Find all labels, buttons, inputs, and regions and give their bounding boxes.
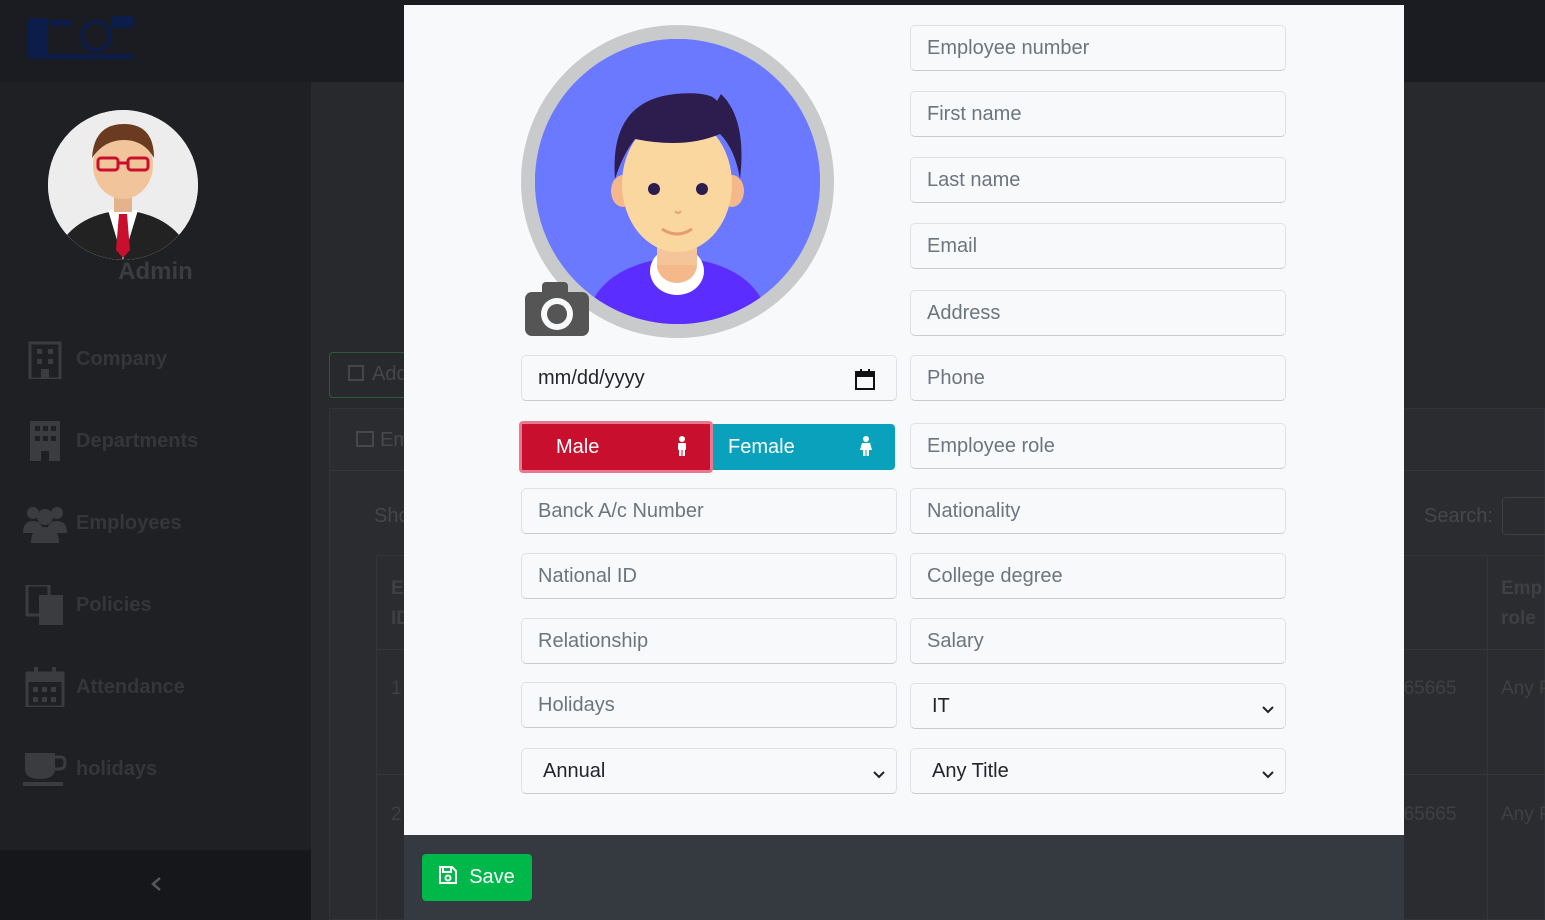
save-icon bbox=[439, 865, 458, 890]
building-icon bbox=[22, 336, 68, 382]
sidebar-item-label: Policies bbox=[76, 593, 152, 616]
column-header-role[interactable]: Emp role bbox=[1501, 574, 1542, 634]
save-button[interactable]: Save bbox=[422, 854, 532, 901]
chevron-down-icon bbox=[872, 765, 886, 779]
users-icon bbox=[22, 500, 68, 546]
college-degree-input[interactable]: College degree bbox=[910, 553, 1286, 599]
employee-modal-footer: Save bbox=[404, 835, 1404, 920]
bank-account-input[interactable]: Banck A/c Number bbox=[521, 488, 897, 534]
phone-input[interactable]: Phone bbox=[910, 355, 1286, 401]
calendar-picker-icon[interactable] bbox=[854, 368, 876, 396]
sidebar-item-holidays[interactable]: holidays bbox=[22, 744, 302, 794]
sidebar-collapse-button[interactable] bbox=[0, 850, 311, 920]
documents-icon bbox=[22, 582, 68, 628]
hr-logo bbox=[28, 16, 134, 59]
leave-type-select[interactable]: Annual bbox=[521, 748, 897, 794]
sidebar-item-label: holidays bbox=[76, 757, 158, 780]
table-cell: Any P bbox=[1501, 678, 1545, 699]
sidebar-item-policies[interactable]: Policies bbox=[22, 580, 302, 630]
table-cell: Any P bbox=[1501, 804, 1545, 825]
chevron-down-icon bbox=[1261, 700, 1275, 714]
search-input[interactable] bbox=[1502, 497, 1545, 535]
last-name-input[interactable]: Last name bbox=[910, 157, 1286, 203]
gender-female-button[interactable]: Female bbox=[713, 424, 895, 470]
holidays-input[interactable]: Holidays bbox=[521, 682, 897, 728]
male-icon bbox=[676, 436, 688, 462]
table-icon bbox=[356, 431, 374, 447]
sidebar-item-employees[interactable]: Employees bbox=[22, 498, 302, 548]
calendar-icon bbox=[22, 664, 68, 710]
relationship-input[interactable]: Relationship bbox=[521, 618, 897, 664]
admin-name: Admin bbox=[118, 258, 193, 285]
sidebar-item-label: Company bbox=[76, 347, 168, 370]
salary-input[interactable]: Salary bbox=[910, 618, 1286, 664]
sidebar-item-label: Departments bbox=[76, 429, 199, 452]
email-input[interactable]: Email bbox=[910, 223, 1286, 269]
first-name-input[interactable]: First name bbox=[910, 91, 1286, 137]
coffee-cup-icon bbox=[22, 746, 68, 792]
search-label: Search: bbox=[1424, 505, 1493, 527]
office-building-icon bbox=[22, 418, 68, 464]
female-icon bbox=[859, 436, 873, 462]
sidebar-item-label: Attendance bbox=[76, 675, 185, 698]
chevron-left-icon bbox=[150, 872, 162, 898]
plus-square-icon bbox=[348, 365, 364, 381]
sidebar: Admin Company Departments Employees Poli… bbox=[0, 82, 311, 920]
table-cell: 2 bbox=[391, 804, 402, 825]
birth-date-input[interactable]: mm/dd/yyyy bbox=[521, 355, 897, 401]
national-id-input[interactable]: National ID bbox=[521, 553, 897, 599]
sidebar-item-departments[interactable]: Departments bbox=[22, 416, 302, 466]
address-input[interactable]: Address bbox=[910, 290, 1286, 336]
sidebar-item-company[interactable]: Company bbox=[22, 334, 302, 384]
sidebar-item-attendance[interactable]: Attendance bbox=[22, 662, 302, 712]
title-select[interactable]: Any Title bbox=[910, 748, 1286, 794]
employee-modal-body: mm/dd/yyyy Male Female Banck A/c Number … bbox=[404, 5, 1404, 835]
sidebar-item-label: Employees bbox=[76, 511, 182, 534]
camera-icon[interactable] bbox=[524, 280, 590, 338]
department-select[interactable]: IT bbox=[910, 683, 1286, 729]
chevron-down-icon bbox=[1261, 765, 1275, 779]
nationality-input[interactable]: Nationality bbox=[910, 488, 1286, 534]
gender-male-button[interactable]: Male bbox=[519, 421, 713, 473]
admin-avatar bbox=[48, 110, 198, 260]
employee-role-input[interactable]: Employee role bbox=[910, 423, 1286, 469]
table-cell: 1 bbox=[391, 678, 402, 699]
add-button-label: Add bbox=[372, 363, 408, 385]
employee-number-input[interactable]: Employee number bbox=[910, 25, 1286, 71]
